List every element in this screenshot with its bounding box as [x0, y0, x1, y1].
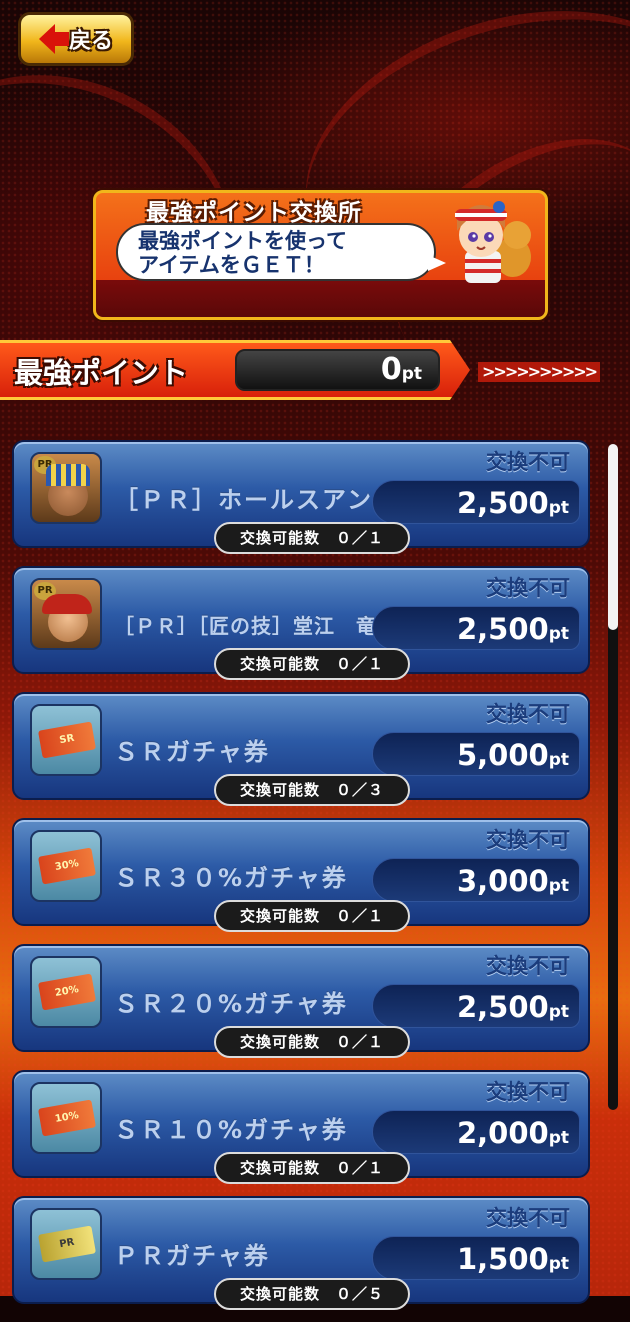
- item-status: 交換不可: [486, 954, 570, 978]
- exchangeable-count: 交換可能数 ０／１: [214, 1026, 410, 1058]
- pr-character-thumbnail: PR: [30, 452, 102, 524]
- gacha-ticket-thumbnail: SR: [30, 704, 102, 776]
- pr-character-thumbnail: PR: [30, 578, 102, 650]
- speech-bubble: 最強ポイントを使って アイテムをＧＥＴ！: [116, 223, 446, 281]
- item-status: 交換不可: [486, 1080, 570, 1104]
- mascot-character-icon: [455, 201, 531, 283]
- item-price: 5,000pt: [372, 732, 580, 776]
- item-price: 2,500pt: [372, 606, 580, 650]
- item-status: 交換不可: [486, 828, 570, 852]
- item-status: 交換不可: [486, 450, 570, 474]
- exchange-item[interactable]: 10% 交換不可 ＳＲ１０%ガチャ券 2,000pt 交換可能数 ０／１: [12, 1070, 590, 1184]
- item-status: 交換不可: [486, 1206, 570, 1230]
- ticket-icon: 10%: [37, 1099, 97, 1137]
- points-unit: pt: [401, 364, 422, 384]
- exchangeable-count: 交換可能数 ０／１: [214, 900, 410, 932]
- exchange-item[interactable]: SR 交換不可 ＳＲガチャ券 5,000pt 交換可能数 ０／３: [12, 692, 590, 806]
- gacha-ticket-thumbnail: 10%: [30, 1082, 102, 1154]
- exchange-item[interactable]: 30% 交換不可 ＳＲ３０%ガチャ券 3,000pt 交換可能数 ０／１: [12, 818, 590, 932]
- item-price: 2,000pt: [372, 1110, 580, 1154]
- item-name: ＳＲガチャ券: [114, 738, 270, 766]
- item-name: ＳＲ３０%ガチャ券: [114, 864, 348, 892]
- ticket-icon: 20%: [37, 973, 97, 1011]
- ticket-icon: 30%: [37, 847, 97, 885]
- points-value: 0pt: [235, 349, 440, 391]
- ticket-icon: SR: [37, 721, 97, 759]
- scrollbar-thumb[interactable]: [608, 444, 618, 630]
- exchangeable-count: 交換可能数 ０／１: [214, 522, 410, 554]
- item-status: 交換不可: [486, 576, 570, 600]
- item-name: ＳＲ２０%ガチャ券: [114, 990, 348, 1018]
- exchange-item[interactable]: PR 交換不可 ［ＰＲ］［匠の技］堂江 竜河 2,500pt 交換可能数 ０／１: [12, 566, 590, 680]
- item-name: ＳＲ１０%ガチャ券: [114, 1116, 348, 1144]
- arrow-left-icon: [38, 24, 69, 54]
- exchange-item-list[interactable]: PR 交換不可 ［ＰＲ］ホールスアン４世 2,500pt 交換可能数 ０／１ P…: [12, 440, 590, 1322]
- banner-message-line2: アイテムをＧＥＴ！: [138, 253, 325, 277]
- list-scrollbar[interactable]: [608, 444, 618, 1110]
- item-name: ＰＲガチャ券: [114, 1242, 270, 1270]
- item-name: ［ＰＲ］［匠の技］堂江 竜河: [114, 614, 398, 638]
- chevron-decoration-icon: >>>>>>>>>>: [478, 362, 601, 382]
- points-label: 最強ポイント: [14, 356, 189, 390]
- exchangeable-count: 交換可能数 ０／３: [214, 774, 410, 806]
- exchange-item[interactable]: PR 交換不可 ［ＰＲ］ホールスアン４世 2,500pt 交換可能数 ０／１: [12, 440, 590, 554]
- banner-title: 最強ポイント交換所: [146, 200, 362, 226]
- points-bar: 最強ポイント 0pt >>>>>>>>>>: [0, 340, 630, 400]
- exchange-item[interactable]: 20% 交換不可 ＳＲ２０%ガチャ券 2,500pt 交換可能数 ０／１: [12, 944, 590, 1058]
- item-price: 2,500pt: [372, 480, 580, 524]
- item-price: 1,500pt: [372, 1236, 580, 1280]
- gacha-ticket-thumbnail: 30%: [30, 830, 102, 902]
- item-price: 3,000pt: [372, 858, 580, 902]
- gacha-ticket-thumbnail: 20%: [30, 956, 102, 1028]
- shop-banner: 最強ポイント交換所 最強ポイントを使って アイテムをＧＥＴ！: [93, 190, 548, 320]
- points-number: 0: [380, 352, 402, 387]
- exchange-item[interactable]: PR 交換不可 ＰＲガチャ券 1,500pt 交換可能数 ０／５: [12, 1196, 590, 1310]
- exchangeable-count: 交換可能数 ０／１: [214, 1152, 410, 1184]
- ticket-icon: PR: [37, 1225, 97, 1263]
- exchangeable-count: 交換可能数 ０／５: [214, 1278, 410, 1310]
- back-button-label: 戻る: [68, 29, 113, 54]
- banner-message-line1: 最強ポイントを使って: [138, 229, 347, 253]
- back-button[interactable]: 戻る: [18, 12, 134, 66]
- item-status: 交換不可: [486, 702, 570, 726]
- gacha-ticket-thumbnail: PR: [30, 1208, 102, 1280]
- exchangeable-count: 交換可能数 ０／１: [214, 648, 410, 680]
- item-price: 2,500pt: [372, 984, 580, 1028]
